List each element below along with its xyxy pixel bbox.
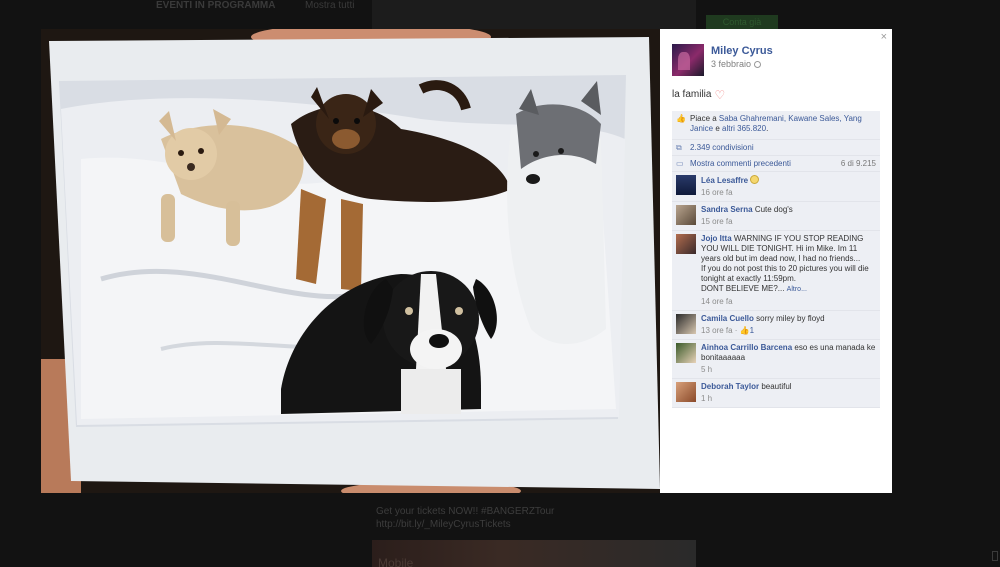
comment-body: Camila Cuello sorry miley by floyd 13 or… (701, 314, 876, 336)
thumbs-up-icon: 👍 (739, 326, 750, 335)
post-date-row: 3 febbraio (711, 59, 773, 69)
comment-time[interactable]: 16 ore fa (701, 188, 876, 198)
commenter-avatar[interactable] (676, 175, 696, 195)
comment-item: Deborah Taylor beautiful 1 h (672, 379, 880, 408)
commenter-avatar[interactable] (676, 205, 696, 225)
bg-post-image-top (372, 0, 696, 30)
commenter-name[interactable]: Ainhoa Carrillo Barcena (701, 343, 792, 352)
commenter-avatar[interactable] (676, 343, 696, 363)
feedback-box: 👍 Piace a Saba Ghahremani, Kawane Sales,… (672, 111, 880, 408)
comment-meta: 13 ore fa · 👍1 (701, 326, 876, 336)
comment-body: Deborah Taylor beautiful 1 h (701, 382, 876, 404)
shares-summary: ⧉ 2.349 condivisioni (672, 140, 880, 156)
previous-comments-link[interactable]: Mostra commenti precedenti (690, 159, 791, 168)
heart-icon: ♡ (714, 87, 726, 102)
comment-body: Sandra Serna Cute dog's 15 ore fa (701, 205, 876, 227)
shares-link[interactable]: 2.349 condivisioni (690, 143, 754, 152)
comment-item: Camila Cuello sorry miley by floyd 13 or… (672, 311, 880, 340)
bg-post-line-1: Get your tickets NOW!! #BANGERZTour (376, 506, 555, 517)
post-date[interactable]: 3 febbraio (711, 59, 751, 69)
share-icon: ⧉ (676, 143, 682, 152)
comment-body: Jojo Itta WARNING IF YOU STOP READING YO… (701, 234, 876, 307)
meta-separator: · (732, 326, 740, 335)
previous-comments-row: ▭ Mostra commenti precedenti 6 di 9.215 (672, 156, 880, 172)
likes-joiner: e (713, 124, 723, 133)
photo-of-four-dogs (41, 29, 660, 493)
comment-text: Cute dog's (754, 205, 793, 214)
comment-body: Ainhoa Carrillo Barcena eso es una manad… (701, 343, 876, 375)
comment-item: Sandra Serna Cute dog's 15 ore fa (672, 202, 880, 231)
see-more-link[interactable]: Altro... (787, 286, 807, 293)
likes-suffix: . (766, 124, 769, 133)
comment-text: sorry miley by floyd (756, 314, 825, 323)
comment-item: Jojo Itta WARNING IF YOU STOP READING YO… (672, 231, 880, 311)
scroll-indicator (992, 551, 998, 561)
comment-text: beautiful (761, 382, 792, 391)
commenter-avatar[interactable] (676, 314, 696, 334)
comment-body: Léa Lesaffre 16 ore fa (701, 175, 876, 198)
commenter-name[interactable]: Deborah Taylor (701, 382, 759, 391)
commenter-name[interactable]: Jojo Itta (701, 234, 732, 243)
smiley-emoticon-icon (750, 175, 760, 184)
likes-prefix: Piace a (690, 114, 719, 123)
post-caption: la familia ♡ (672, 87, 726, 102)
comments-count: 6 di 9.215 (840, 159, 876, 168)
bg-events-heading: EVENTI IN PROGRAMMA (156, 0, 276, 11)
bg-post-image-bottom (372, 540, 696, 567)
author-name-link[interactable]: Miley Cyrus (711, 45, 773, 57)
commenter-avatar[interactable] (676, 382, 696, 402)
author-header: Miley Cyrus 3 febbraio (672, 44, 773, 76)
comment-time[interactable]: 13 ore fa (701, 326, 733, 335)
comment-text-tail: DONT BELIEVE ME?... (701, 284, 785, 293)
photo-side-panel: × Miley Cyrus 3 febbraio la familia ♡ 👍 … (660, 29, 892, 493)
commenter-name[interactable]: Sandra Serna (701, 205, 753, 214)
comment-time[interactable]: 14 ore fa (701, 297, 876, 307)
photo-viewer-image[interactable] (41, 29, 660, 493)
other-likers-link[interactable]: altri 365.820 (722, 124, 766, 133)
comment-text-line-3: DONT BELIEVE ME?... Altro... (701, 284, 876, 295)
comment-item: Ainhoa Carrillo Barcena eso es una manad… (672, 340, 880, 379)
commenter-name[interactable]: Léa Lesaffre (701, 176, 748, 185)
likes-summary: 👍 Piace a Saba Ghahremani, Kawane Sales,… (672, 111, 880, 140)
comment-bubble-icon: ▭ (676, 159, 684, 168)
close-icon[interactable]: × (881, 31, 887, 43)
bg-bottom-banner-text: Mobile (378, 556, 414, 567)
comment-time[interactable]: 15 ore fa (701, 217, 876, 227)
comment-text-line-2: If you do not post this to 20 pictures y… (701, 264, 869, 283)
commenter-name[interactable]: Camila Cuello (701, 314, 754, 323)
bg-post-line-2: http://bit.ly/_MileyCyrusTickets (376, 519, 511, 530)
bg-see-all-link: Mostra tutti (305, 0, 355, 11)
bg-post-text: Get your tickets NOW!! #BANGERZTour http… (376, 505, 554, 531)
author-avatar[interactable] (672, 44, 704, 76)
comment-time[interactable]: 1 h (701, 394, 876, 404)
bg-like-page-button: Conta già Piaciuto (706, 15, 778, 41)
comment-item: Léa Lesaffre 16 ore fa (672, 172, 880, 202)
caption-text: la familia (672, 89, 712, 100)
comment-time[interactable]: 5 h (701, 365, 876, 375)
thumbs-up-icon: 👍 (676, 114, 686, 123)
comment-like-count[interactable]: 1 (750, 326, 754, 335)
author-meta: Miley Cyrus 3 febbraio (711, 44, 773, 76)
commenter-avatar[interactable] (676, 234, 696, 254)
globe-icon (754, 60, 762, 68)
